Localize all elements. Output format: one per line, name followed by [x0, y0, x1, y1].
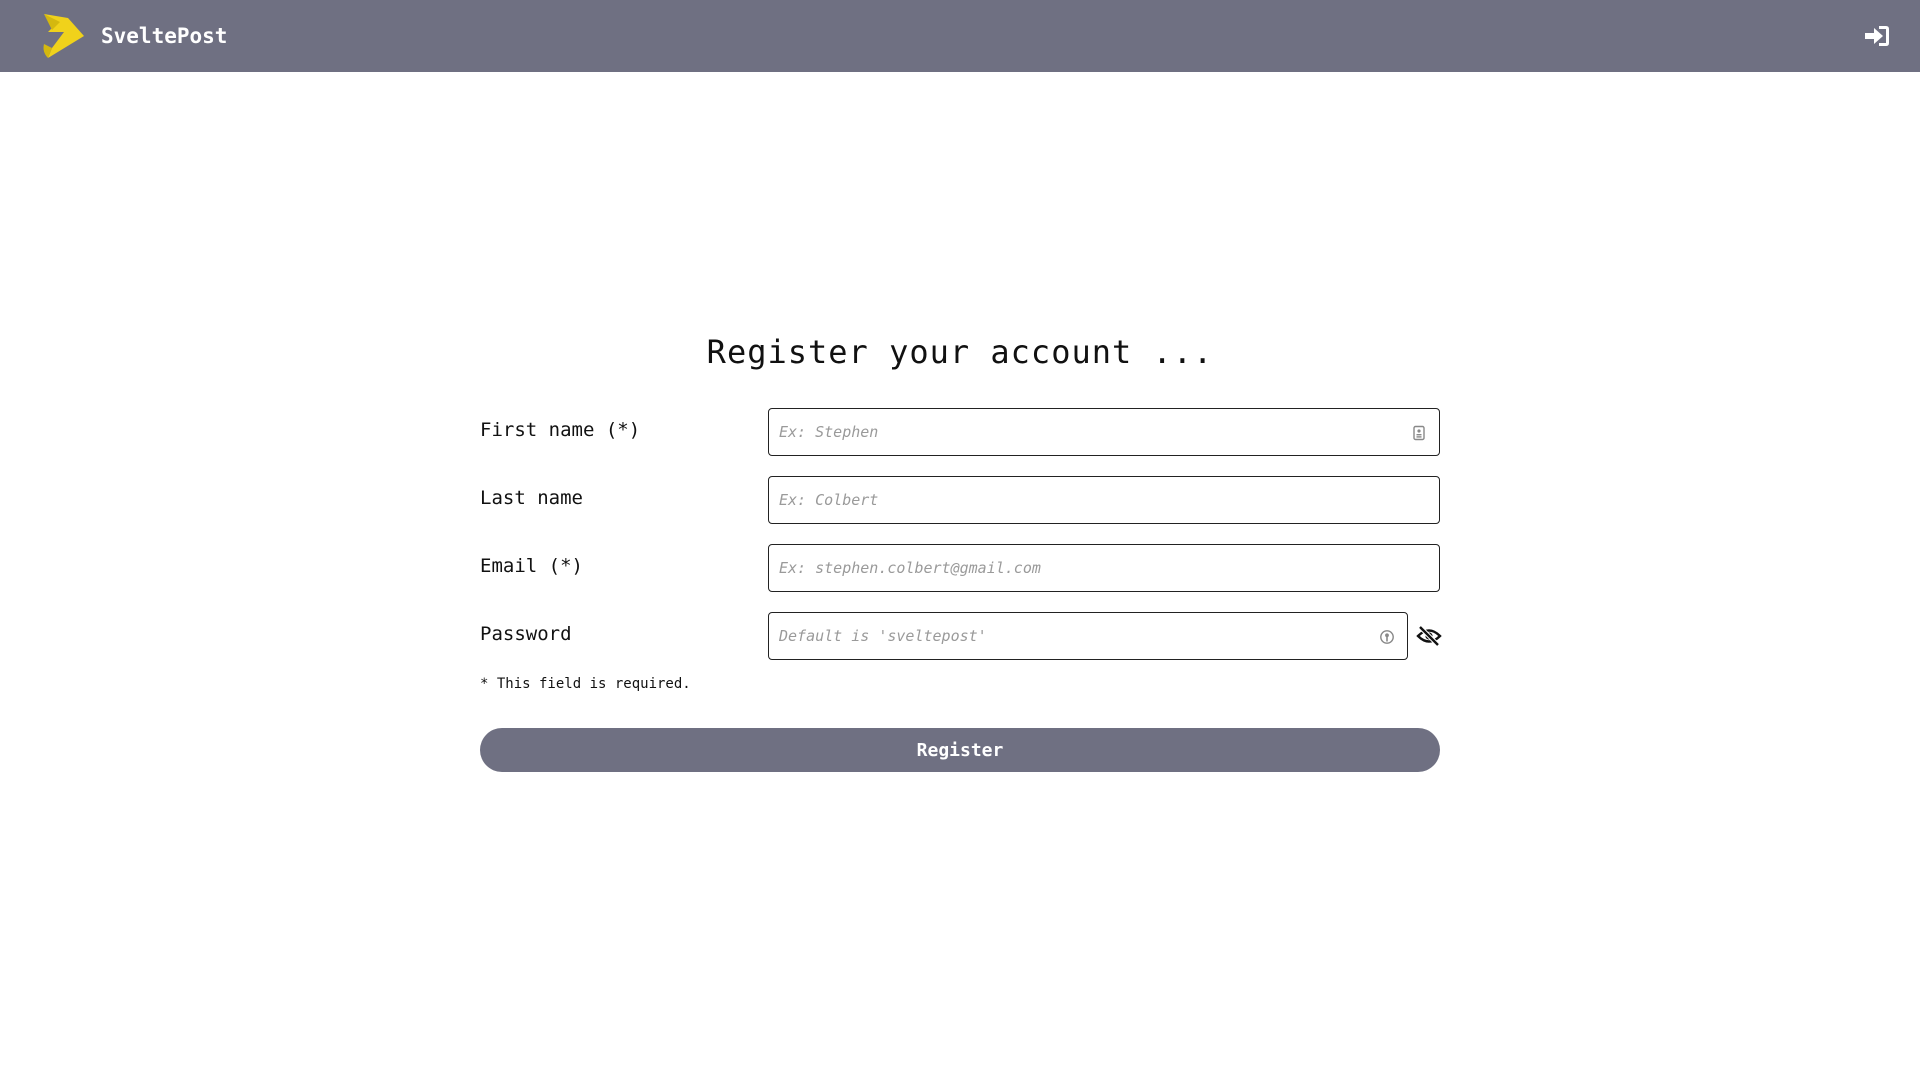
first-name-input[interactable] — [769, 409, 1439, 455]
password-field-wrapper — [768, 612, 1408, 660]
password-input[interactable] — [769, 613, 1407, 659]
contact-card-icon — [1413, 425, 1425, 441]
top-navbar: SveltePost — [0, 0, 1920, 72]
first-name-label: First name (*) — [480, 419, 641, 441]
last-name-row: Last name — [480, 476, 1440, 544]
first-name-field-wrapper — [768, 408, 1440, 456]
email-input[interactable] — [769, 545, 1439, 591]
login-button[interactable] — [1862, 22, 1892, 50]
email-field-wrapper — [768, 544, 1440, 592]
register-button[interactable]: Register — [480, 728, 1440, 772]
register-form: First name (*) Last name Email (*) Passw… — [480, 408, 1442, 772]
brand[interactable]: SveltePost — [38, 12, 227, 60]
last-name-input[interactable] — [769, 477, 1439, 523]
sveltepost-logo-icon — [43, 14, 84, 58]
page-title: Register your account ... — [706, 333, 1214, 371]
last-name-label: Last name — [480, 487, 583, 509]
last-name-field-wrapper — [768, 476, 1440, 524]
required-note: * This field is required. — [480, 676, 691, 692]
first-name-row: First name (*) — [480, 408, 1440, 476]
password-label: Password — [480, 623, 572, 645]
eye-slash-icon — [1416, 625, 1442, 647]
password-row: Password — [480, 612, 1442, 680]
toggle-password-visibility-button[interactable] — [1416, 623, 1442, 649]
key-icon — [1380, 630, 1394, 644]
email-row: Email (*) — [480, 544, 1440, 612]
sign-in-icon — [1865, 26, 1889, 46]
brand-name: SveltePost — [101, 24, 228, 48]
email-label: Email (*) — [480, 555, 583, 577]
